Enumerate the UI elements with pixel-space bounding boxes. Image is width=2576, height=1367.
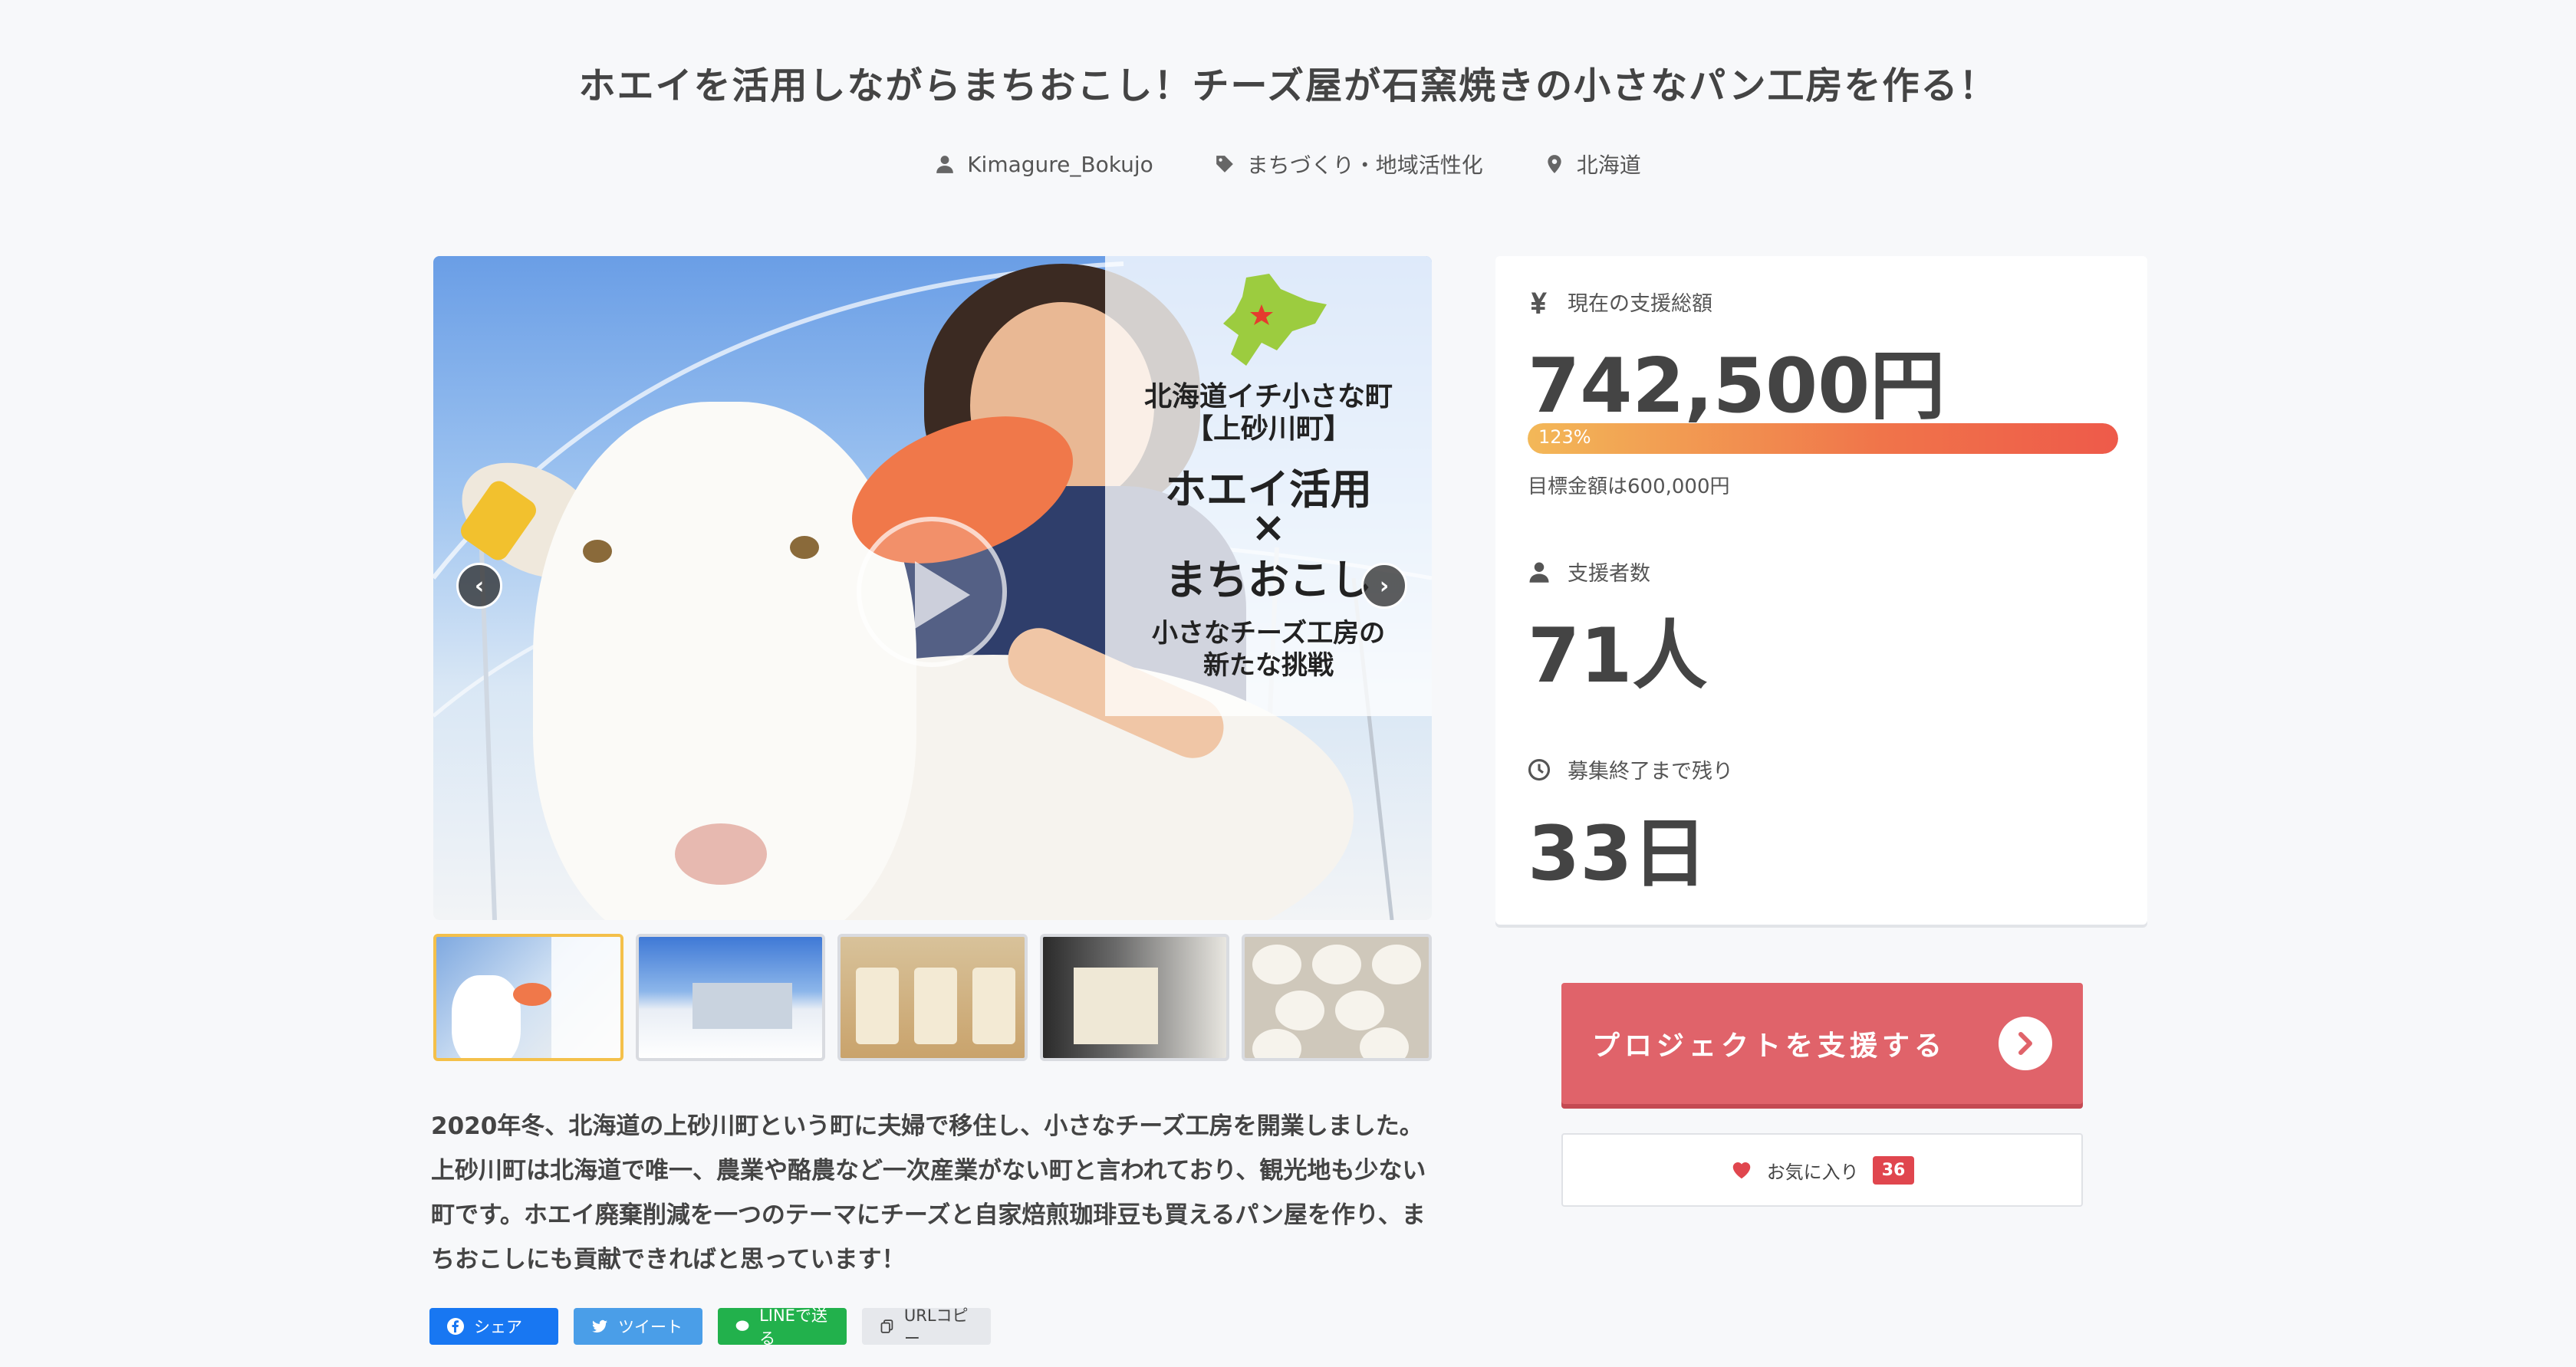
clock-icon — [1528, 758, 1551, 780]
category-link[interactable]: まちづくり・地域活性化 — [1215, 149, 1483, 179]
photo-goat-eye — [583, 540, 612, 563]
yen-icon — [1531, 292, 1547, 314]
chevron-right-icon[interactable]: › — [1361, 563, 1407, 609]
thumb-package — [914, 968, 958, 1044]
project-summary: 2020年冬、北海道の上砂川町という町に夫婦で移住し、小さなチーズ工房を開業しま… — [431, 1112, 1426, 1273]
facebook-share-label: シェア — [474, 1318, 522, 1336]
overlay-line: × — [1251, 503, 1286, 551]
thumb-overlay-panel — [551, 937, 620, 1058]
thumb-cheese — [1335, 991, 1385, 1030]
amount-label-text: 現在の支援総額 — [1568, 292, 1712, 316]
remaining-label-text: 募集終了まで残り — [1568, 760, 1733, 784]
thumbnail-1[interactable] — [433, 934, 623, 1061]
url-copy-button[interactable]: URLコピー — [862, 1306, 991, 1348]
facebook-share-button[interactable]: シェア — [429, 1308, 558, 1345]
heart-icon — [1732, 1162, 1750, 1179]
funding-progress-fill — [1528, 423, 2118, 454]
favorite-count-badge: 36 — [1872, 1155, 1915, 1185]
remaining-value: 33日 — [1528, 810, 1708, 898]
line-share-label: LINEで送る — [759, 1306, 827, 1348]
support-project-button[interactable]: プロジェクトを支援する — [1561, 983, 2083, 1104]
url-copy-label: URLコピー — [903, 1306, 969, 1348]
arrow-right-icon — [1999, 1017, 2052, 1070]
goal-amount: 目標金額は600,000円 — [1528, 475, 1730, 498]
amount-value: 742,500円 — [1528, 343, 1946, 430]
thumb-building — [692, 983, 792, 1029]
thumbnail-4[interactable] — [1039, 934, 1230, 1061]
supporters-label-text: 支援者数 — [1568, 562, 1650, 586]
twitter-share-label: ツイート — [618, 1318, 683, 1336]
line-share-button[interactable]: LINEで送る — [718, 1306, 847, 1348]
play-icon[interactable] — [857, 517, 1007, 667]
thumb-cheese — [1252, 945, 1302, 984]
thumb-package — [856, 968, 900, 1044]
photo-goat-eye — [790, 536, 819, 559]
progress-percent: 123% — [1538, 426, 1591, 448]
location-name: 北海道 — [1576, 153, 1641, 178]
user-icon — [936, 156, 954, 173]
favorite-label: お気に入り — [1766, 1161, 1859, 1183]
photo-goat-nose — [675, 823, 767, 885]
thumb-cheese — [1275, 991, 1325, 1030]
funding-progress-bar — [1528, 423, 2118, 454]
tag-icon — [1216, 156, 1233, 173]
amount-label: 現在の支援総額 — [1528, 287, 1712, 317]
category-name: まちづくり・地域活性化 — [1246, 153, 1483, 178]
thumb-goat-ear — [513, 983, 551, 1006]
page-title: ホエイを活用しながらまちおこし！チーズ屋が石窯焼きの小さなパン工房を作る！ — [578, 64, 1998, 107]
thumb-package — [972, 968, 1016, 1044]
thumb-cheese — [1252, 1029, 1302, 1058]
location-link[interactable]: 北海道 — [1545, 149, 1641, 179]
owner-name: Kimagure_Bokujo — [967, 151, 1153, 177]
facebook-icon — [447, 1318, 464, 1335]
remaining-label: 募集終了まで残り — [1528, 754, 1733, 784]
thumb-goat — [452, 975, 521, 1058]
overlay-line: 新たな挑戦 — [1203, 650, 1334, 681]
favorite-button[interactable]: お気に入り 36 — [1561, 1133, 2083, 1207]
supporters-label: 支援者数 — [1528, 557, 1650, 587]
thumb-cheese — [1372, 945, 1422, 984]
project-meta: Kimagure_Bokujo まちづくり・地域活性化 北海道 — [0, 149, 2576, 179]
overlay-line: 【上砂川町】 — [1185, 412, 1351, 445]
support-project-label: プロジェクトを支援する — [1592, 1030, 1947, 1062]
thumb-cheese — [1312, 945, 1362, 984]
supporters-value: 71人 — [1528, 613, 1708, 700]
funding-stats-panel: 現在の支援総額 742,500円 123% 目標金額は600,000円 支援者数… — [1495, 256, 2147, 925]
hokkaido-map-icon — [1223, 274, 1327, 366]
thumb-cheese — [1360, 1027, 1410, 1058]
thumb-shelf — [1073, 968, 1158, 1044]
twitter-share-button[interactable]: ツイート — [574, 1308, 702, 1345]
chevron-left-icon[interactable]: ‹ — [456, 563, 502, 609]
owner-link[interactable]: Kimagure_Bokujo — [935, 149, 1153, 179]
twitter-icon — [592, 1319, 607, 1333]
thumbnail-5[interactable] — [1242, 934, 1432, 1061]
share-buttons: シェア ツイート LINEで送る URLコピー — [429, 1306, 991, 1348]
user-icon — [1529, 562, 1549, 583]
thumbnail-strip — [433, 934, 1432, 1061]
line-icon — [735, 1320, 749, 1331]
thumbnail-3[interactable] — [837, 934, 1028, 1061]
map-pin-icon — [1548, 155, 1561, 173]
thumbnail-2[interactable] — [635, 934, 826, 1061]
hero-video[interactable]: 北海道イチ小さな町 【上砂川町】 ホエイ活用 × まちおこし 小さなチーズ工房の… — [433, 256, 1432, 920]
copy-icon — [880, 1319, 893, 1333]
